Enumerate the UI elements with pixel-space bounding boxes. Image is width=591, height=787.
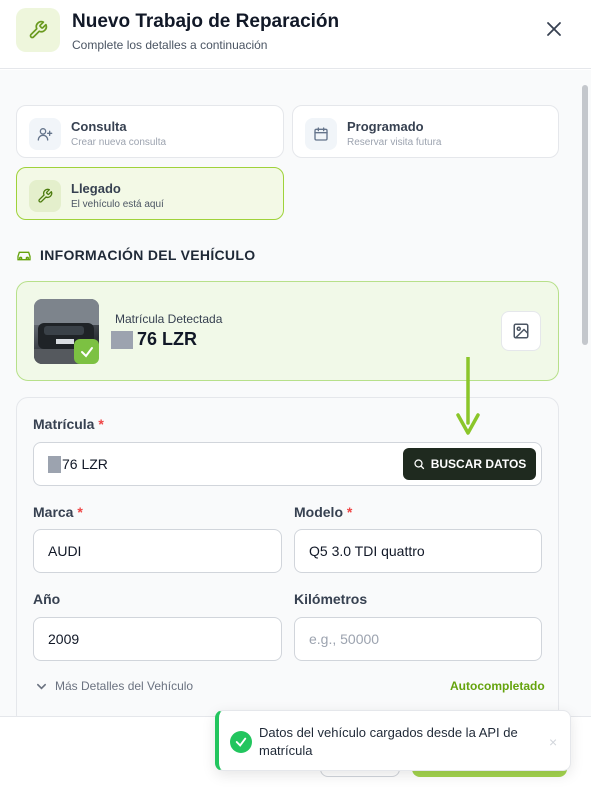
redacted-block [111, 330, 133, 349]
plate-label: Matrícula * [33, 416, 104, 432]
option-consulta[interactable]: Consulta Crear nueva consulta [16, 105, 284, 158]
km-label: Kilómetros [294, 591, 368, 607]
check-circle-icon [230, 731, 252, 753]
search-button-label: BUSCAR DATOS [430, 457, 527, 471]
success-toast: Datos del vehículo cargados desde la API… [215, 710, 571, 771]
option-title: Llegado [71, 181, 121, 196]
search-data-button[interactable]: BUSCAR DATOS [403, 448, 536, 480]
modal-title: Nuevo Trabajo de Reparación [72, 11, 340, 32]
image-icon[interactable] [501, 311, 541, 351]
toast-close-icon[interactable]: × [549, 734, 557, 750]
option-title: Consulta [71, 119, 127, 134]
wrench-icon [29, 180, 61, 212]
year-input[interactable]: 2009 [33, 617, 282, 661]
modal-header: Nuevo Trabajo de Reparación Complete los… [0, 0, 591, 69]
plate-detected-value: 76 LZR [137, 329, 198, 349]
option-subtitle: Reservar visita futura [347, 137, 442, 148]
calendar-icon [305, 118, 337, 150]
redacted-block [48, 455, 61, 473]
search-icon [414, 459, 424, 470]
model-label: Modelo * [294, 504, 353, 520]
annotation-arrow-icon [456, 357, 480, 435]
plate-detected-label: Matrícula Detectada [115, 312, 223, 326]
brand-label: Marca * [33, 504, 83, 520]
check-icon [74, 339, 99, 364]
year-label: Año [33, 591, 61, 607]
more-details-toggle[interactable]: Más Detalles del Vehículo [36, 679, 193, 693]
wrench-icon [16, 8, 60, 52]
model-input[interactable]: Q5 3.0 TDI quattro [294, 529, 542, 573]
option-title: Programado [347, 119, 424, 134]
plate-input-value: 76 LZR [62, 456, 108, 472]
option-subtitle: El vehículo está aquí [71, 199, 164, 210]
car-icon [17, 251, 31, 261]
chevron-down-icon [37, 683, 46, 690]
km-input[interactable]: e.g., 50000 [294, 617, 542, 661]
user-plus-icon [29, 118, 61, 150]
vehicle-section-title: INFORMACIÓN DEL VEHÍCULO [16, 247, 255, 263]
option-subtitle: Crear nueva consulta [71, 137, 167, 148]
autocompleted-badge: Autocompletado [450, 679, 545, 693]
scrollbar-thumb[interactable] [582, 85, 588, 345]
brand-input[interactable]: AUDI [33, 529, 282, 573]
plate-detected-value-row: 76 LZR [111, 329, 197, 350]
close-icon[interactable] [541, 16, 567, 42]
modal-subtitle: Complete los detalles a continuación [72, 38, 268, 52]
option-programado[interactable]: Programado Reservar visita futura [292, 105, 559, 158]
toast-message: Datos del vehículo cargados desde la API… [259, 725, 518, 758]
option-llegado[interactable]: Llegado El vehículo está aquí [16, 167, 284, 220]
section-title-text: INFORMACIÓN DEL VEHÍCULO [40, 247, 256, 263]
